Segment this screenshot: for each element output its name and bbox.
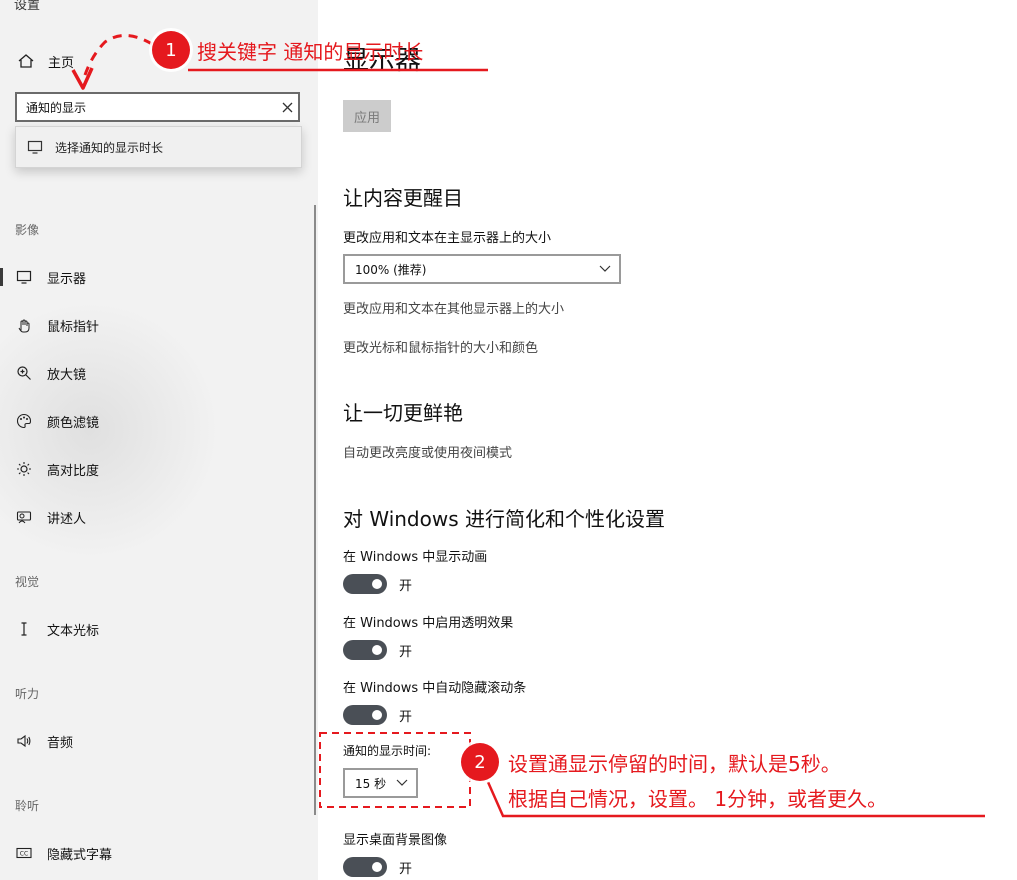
sidebar-item-label: 隐藏式字幕 xyxy=(47,847,113,863)
transparency-label: 在 Windows 中启用透明效果 xyxy=(343,616,514,631)
animations-toggle[interactable] xyxy=(343,574,387,594)
sidebar-item-color-filters[interactable]: 颜色滤镜 xyxy=(0,406,300,436)
toggle-state-label: 开 xyxy=(399,578,413,594)
desktop-background-toggle[interactable] xyxy=(343,857,387,877)
notification-time-value: 15 秒 xyxy=(355,776,387,791)
text-size-value: 100% (推荐) xyxy=(355,262,427,277)
close-icon xyxy=(282,102,292,112)
search-suggestion[interactable]: 选择通知的显示时长 xyxy=(15,126,302,168)
palette-icon xyxy=(15,412,33,430)
annotation-badge-1: 1 xyxy=(152,31,190,69)
scrollbars-label: 在 Windows 中自动隐藏滚动条 xyxy=(343,681,527,696)
search-input[interactable] xyxy=(17,94,276,120)
sidebar: 设置 主页 选择通知的显示时长 影像 显示器 鼠标指针 xyxy=(0,0,318,880)
annotation-note-2-line-2: 根据自己情况，设置。 1分钟，或者更久。 xyxy=(508,787,888,811)
scrollbars-toggle-row: 开 xyxy=(343,705,412,725)
apply-button[interactable]: 应用 xyxy=(343,100,391,132)
toggle-state-label: 开 xyxy=(399,644,413,660)
section-heading-bright: 让内容更醒目 xyxy=(343,186,463,210)
notification-time-select[interactable]: 15 秒 xyxy=(343,768,418,798)
desktop-background-label: 显示桌面背景图像 xyxy=(343,833,448,848)
magnifier-icon xyxy=(15,364,33,382)
sidebar-item-narrator[interactable]: 讲述人 xyxy=(0,502,300,532)
night-light-link[interactable]: 自动更改亮度或使用夜间模式 xyxy=(343,442,512,461)
speaker-icon xyxy=(15,732,33,750)
search-box[interactable] xyxy=(15,92,300,122)
section-heading-simplify: 对 Windows 进行简化和个性化设置 xyxy=(343,507,665,531)
sidebar-home-label: 主页 xyxy=(48,55,75,71)
sidebar-item-label: 文本光标 xyxy=(47,623,100,639)
narrator-icon xyxy=(15,508,33,526)
scrollbars-toggle[interactable] xyxy=(343,705,387,725)
sidebar-item-label: 显示器 xyxy=(47,271,87,287)
annotation-note-1: 搜关键字 通知的显示时长 xyxy=(197,40,424,64)
sidebar-scrollbar[interactable] xyxy=(314,205,316,815)
notification-time-label: 通知的显示时间: xyxy=(343,744,432,758)
sidebar-item-high-contrast[interactable]: 高对比度 xyxy=(0,454,300,484)
svg-text:CC: CC xyxy=(20,851,28,858)
sidebar-item-label: 放大镜 xyxy=(47,367,87,383)
sidebar-item-closed-captions[interactable]: CC 隐藏式字幕 xyxy=(0,838,300,868)
chevron-down-icon xyxy=(396,779,408,786)
transparency-toggle-row: 开 xyxy=(343,640,412,660)
section-heading-vivid: 让一切更鲜艳 xyxy=(343,401,463,425)
section-label-listening: 聆听 xyxy=(15,799,40,813)
animations-label: 在 Windows 中显示动画 xyxy=(343,550,488,565)
pointer-icon xyxy=(15,316,33,334)
annotation-note-2-line-1: 设置通显示停留的时间，默认是5秒。 xyxy=(508,752,841,776)
sidebar-item-text-cursor[interactable]: 文本光标 xyxy=(0,614,300,644)
suggestion-label: 选择通知的显示时长 xyxy=(55,140,164,155)
chevron-down-icon xyxy=(599,265,611,272)
home-icon xyxy=(18,54,34,68)
clear-search-button[interactable] xyxy=(276,95,298,119)
monitor-icon xyxy=(15,268,33,286)
annotation-badge-2: 2 xyxy=(461,743,499,781)
sidebar-item-mouse-pointer[interactable]: 鼠标指针 xyxy=(0,310,300,340)
cursor-size-link[interactable]: 更改光标和鼠标指针的大小和颜色 xyxy=(343,337,538,356)
sidebar-item-label: 鼠标指针 xyxy=(47,319,100,335)
sidebar-item-label: 高对比度 xyxy=(47,463,100,479)
sidebar-item-magnifier[interactable]: 放大镜 xyxy=(0,358,300,388)
section-label-vision: 影像 xyxy=(15,223,40,237)
sidebar-item-label: 讲述人 xyxy=(47,511,87,527)
sidebar-item-label: 音频 xyxy=(47,735,74,751)
other-displays-link[interactable]: 更改应用和文本在其他显示器上的大小 xyxy=(343,298,564,317)
sidebar-item-label: 颜色滤镜 xyxy=(47,415,100,431)
toggle-state-label: 开 xyxy=(399,861,413,877)
animations-toggle-row: 开 xyxy=(343,574,412,594)
sidebar-item-audio[interactable]: 音频 xyxy=(0,726,300,756)
text-size-label: 更改应用和文本在主显示器上的大小 xyxy=(343,231,552,246)
toggle-state-label: 开 xyxy=(399,709,413,725)
contrast-icon xyxy=(15,460,33,478)
monitor-icon xyxy=(27,140,43,154)
sidebar-item-display[interactable]: 显示器 xyxy=(0,262,300,292)
cc-icon: CC xyxy=(15,844,33,862)
text-size-select[interactable]: 100% (推荐) xyxy=(343,254,621,284)
desktop-background-toggle-row: 开 xyxy=(343,857,412,877)
app-title: 设置 xyxy=(14,0,41,13)
transparency-toggle[interactable] xyxy=(343,640,387,660)
text-cursor-icon xyxy=(15,620,33,638)
section-label-hearing: 听力 xyxy=(15,687,40,701)
section-label-visual: 视觉 xyxy=(15,575,40,589)
